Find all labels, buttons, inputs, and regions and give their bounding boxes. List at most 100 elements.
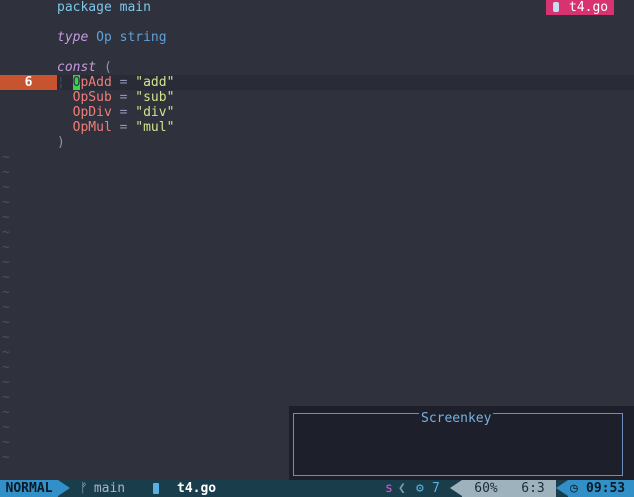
tilde-marker: ~ — [2, 315, 10, 330]
screenkey-box: Screenkey — [293, 411, 623, 476]
code-line-10[interactable]: ) — [0, 135, 634, 150]
tilde-marker: ~ — [2, 375, 10, 390]
code-line-3[interactable]: type Op string — [0, 30, 634, 45]
diagnostics-count: 7 — [432, 481, 440, 496]
tilde-marker: ~ — [2, 240, 10, 255]
empty-line: ~ — [0, 165, 634, 180]
const-value: "div" — [135, 105, 175, 120]
keyword-const: const — [57, 60, 97, 75]
code-line-4[interactable] — [0, 45, 634, 60]
code-line-6-current[interactable]: 6 ¦ OpAdd = "add" — [0, 75, 634, 90]
package-name: main — [119, 0, 151, 15]
clock-time: 09:53 — [586, 481, 626, 496]
tilde-marker: ~ — [2, 300, 10, 315]
code-line-7[interactable]: OpSub = "sub" — [0, 90, 634, 105]
tilde-marker: ~ — [2, 330, 10, 345]
mode-separator — [58, 480, 70, 496]
empty-line: ~ — [0, 315, 634, 330]
code-line-1[interactable]: package main — [0, 0, 634, 15]
line-gutter — [0, 90, 57, 105]
code-line-9[interactable]: OpMul = "mul" — [0, 120, 634, 135]
tilde-marker: ~ — [2, 450, 10, 465]
git-branch-name: main — [93, 481, 126, 496]
line-gutter — [0, 0, 57, 15]
tilde-marker: ~ — [2, 345, 10, 360]
type-name: Op — [96, 30, 112, 45]
clock-icon: ◷ — [570, 481, 578, 496]
line-gutter — [0, 120, 57, 135]
indent-guide: ¦ — [57, 75, 73, 90]
line-gutter — [0, 30, 57, 45]
tilde-marker: ~ — [2, 210, 10, 225]
mode-indicator: NORMAL — [0, 480, 58, 497]
line-gutter — [0, 105, 57, 120]
empty-line: ~ — [0, 330, 634, 345]
tilde-marker: ~ — [2, 390, 10, 405]
empty-line: ~ — [0, 225, 634, 240]
session-indicator: s — [385, 481, 393, 496]
keyword-package: package — [57, 0, 112, 15]
tilde-marker: ~ — [2, 225, 10, 240]
empty-line: ~ — [0, 195, 634, 210]
line-gutter — [0, 135, 57, 150]
assign-op: = — [119, 90, 128, 105]
buffer-tab[interactable]: t4.go — [546, 0, 614, 15]
current-line-number: 6 — [0, 75, 57, 90]
git-branch: ᚠ main — [80, 480, 125, 497]
type-underlying: string — [119, 30, 167, 45]
separator-icon: ❮ — [398, 481, 406, 496]
const-name: pAdd — [80, 75, 112, 90]
empty-line: ~ — [0, 180, 634, 195]
percent-separator — [450, 480, 462, 496]
empty-line: ~ — [0, 255, 634, 270]
status-filename: t4.go — [177, 481, 217, 496]
empty-line: ~ — [0, 285, 634, 300]
tilde-marker: ~ — [2, 165, 10, 180]
assign-op: = — [119, 120, 128, 135]
git-branch-icon: ᚠ — [80, 481, 88, 496]
open-paren: ( — [103, 60, 112, 75]
empty-line: ~ — [0, 375, 634, 390]
tilde-marker: ~ — [2, 195, 10, 210]
empty-line: ~ — [0, 210, 634, 225]
file-icon — [553, 2, 559, 12]
empty-line: ~ — [0, 270, 634, 285]
line-gutter — [0, 15, 57, 30]
line-gutter — [0, 60, 57, 75]
file-icon — [153, 483, 159, 494]
empty-line: ~ — [0, 300, 634, 315]
empty-line: ~ — [0, 345, 634, 360]
tilde-marker: ~ — [2, 405, 10, 420]
assign-op: = — [119, 75, 128, 90]
empty-line: ~ — [0, 360, 634, 375]
const-value: "sub" — [135, 90, 175, 105]
close-paren: ) — [57, 135, 65, 150]
screenkey-title: Screenkey — [419, 411, 494, 426]
empty-line: ~ — [0, 150, 634, 165]
time-separator — [556, 480, 568, 496]
gear-icon: ⚙ — [416, 481, 424, 496]
tilde-marker: ~ — [2, 180, 10, 195]
screenkey-panel: Screenkey — [289, 406, 634, 480]
keyword-type: type — [57, 30, 89, 45]
cursor-position: 6:3 — [510, 480, 556, 497]
clock-segment: ◷ 09:53 — [568, 480, 634, 497]
tilde-marker: ~ — [2, 435, 10, 450]
code-line-5[interactable]: const ( — [0, 60, 634, 75]
tilde-marker: ~ — [2, 285, 10, 300]
const-name: OpSub — [72, 90, 112, 105]
tilde-marker: ~ — [2, 420, 10, 435]
empty-line: ~ — [0, 390, 634, 405]
tilde-marker: ~ — [2, 270, 10, 285]
code-line-8[interactable]: OpDiv = "div" — [0, 105, 634, 120]
empty-line: ~ — [0, 240, 634, 255]
tilde-marker: ~ — [2, 255, 10, 270]
status-line: NORMAL ᚠ main t4.go s ❮ ⚙ 7 60% 6:3 ◷ 09:5… — [0, 480, 634, 497]
line-gutter — [0, 45, 57, 60]
tilde-marker: ~ — [2, 150, 10, 165]
tilde-marker: ~ — [2, 360, 10, 375]
const-name: OpDiv — [72, 105, 112, 120]
assign-op: = — [119, 105, 128, 120]
const-value: "mul" — [135, 120, 175, 135]
code-line-2[interactable] — [0, 15, 634, 30]
